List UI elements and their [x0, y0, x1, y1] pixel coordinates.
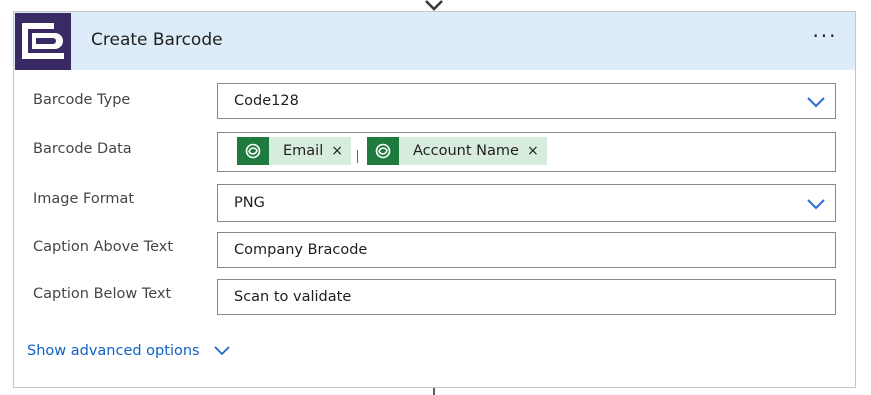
- caption-below-input[interactable]: Scan to validate: [217, 279, 836, 315]
- barcode-data-input[interactable]: Email × Account Name ×: [217, 132, 836, 172]
- token-label: Account Name: [413, 143, 519, 159]
- token-remove-button[interactable]: ×: [323, 143, 351, 159]
- show-advanced-options-label: Show advanced options: [27, 343, 200, 359]
- token-label: Email: [283, 143, 324, 159]
- more-options-button[interactable]: ···: [809, 26, 841, 49]
- flow-connector-line: [433, 388, 435, 395]
- dynamic-token-email[interactable]: Email ×: [237, 137, 351, 165]
- image-format-value: PNG: [234, 195, 265, 211]
- image-format-dropdown[interactable]: PNG: [217, 184, 836, 222]
- chevron-down-icon: [214, 346, 230, 356]
- action-card-header[interactable]: Create Barcode ···: [14, 12, 855, 70]
- token-remove-button[interactable]: ×: [519, 143, 547, 159]
- text-cursor: [357, 150, 358, 163]
- image-format-label: Image Format: [33, 191, 135, 207]
- connector-logo-icon: [15, 13, 71, 70]
- caption-above-input[interactable]: Company Bracode: [217, 232, 836, 268]
- barcode-type-value: Code128: [234, 93, 299, 109]
- action-card-create-barcode: Create Barcode ··· Barcode Type Code128 …: [13, 11, 856, 388]
- caption-below-value: Scan to validate: [234, 289, 352, 305]
- barcode-data-label: Barcode Data: [33, 141, 132, 157]
- caption-above-label: Caption Above Text: [33, 239, 174, 255]
- show-advanced-options-link[interactable]: Show advanced options: [27, 343, 230, 359]
- caption-below-label: Caption Below Text: [33, 286, 172, 302]
- barcode-type-label: Barcode Type: [33, 92, 131, 108]
- action-card-title: Create Barcode: [91, 30, 223, 50]
- chevron-down-icon[interactable]: [807, 198, 825, 210]
- chevron-down-icon[interactable]: [807, 96, 825, 108]
- dataverse-icon: [367, 137, 399, 165]
- caption-above-value: Company Bracode: [234, 242, 368, 258]
- barcode-type-dropdown[interactable]: Code128: [217, 83, 836, 119]
- dynamic-token-account-name[interactable]: Account Name ×: [367, 137, 547, 165]
- dataverse-icon: [237, 137, 269, 165]
